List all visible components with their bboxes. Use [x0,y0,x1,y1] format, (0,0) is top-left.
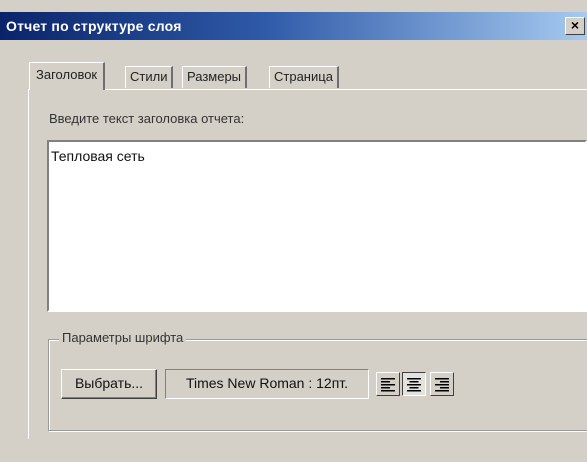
report-dialog: Отчет по структуре слоя × Заголовок Стил… [0,0,587,462]
tab-sizes[interactable]: Размеры [182,66,248,88]
close-button[interactable]: × [565,17,585,35]
window-title: Отчет по структуре слоя [6,18,182,34]
close-icon: × [570,17,580,33]
font-settings-label: Параметры шрифта [59,330,187,345]
tab-page[interactable]: Страница [269,66,339,88]
tab-panel [28,89,587,439]
title-bar[interactable]: Отчет по структуре слоя × [0,12,587,40]
tab-styles[interactable]: Стили [125,66,174,88]
tab-header[interactable]: Заголовок [29,62,106,90]
